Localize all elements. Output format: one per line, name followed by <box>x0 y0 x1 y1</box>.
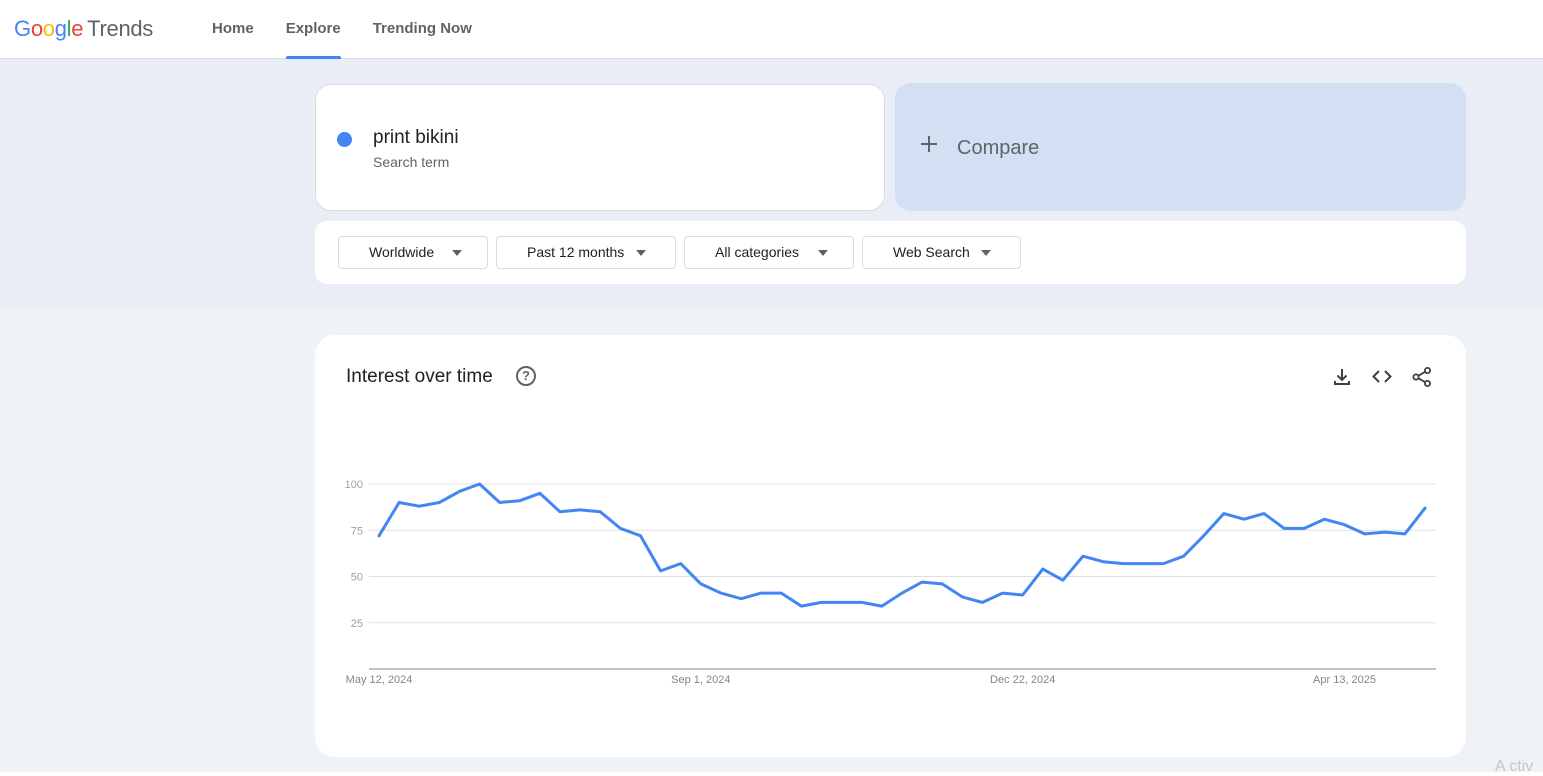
x-tick-label: Apr 13, 2025 <box>1313 674 1376 686</box>
data-point <box>880 604 884 608</box>
data-point <box>820 600 824 604</box>
search-term-name[interactable]: print bikini <box>373 127 459 149</box>
search-term-type: Search term <box>373 154 450 170</box>
data-point <box>1222 512 1226 516</box>
y-tick-label: 100 <box>345 479 363 491</box>
google-trends-logo[interactable]: Google Trends <box>14 14 153 44</box>
category-filter-label: All categories <box>715 244 800 260</box>
data-point <box>900 591 904 595</box>
logo-letter: G <box>14 16 31 41</box>
series-line-print-bikini <box>377 482 1427 608</box>
y-tick-label: 50 <box>351 572 363 584</box>
logo-letter: o <box>42 16 55 41</box>
data-point <box>1141 562 1145 566</box>
region-filter-label: Worldwide <box>369 244 435 260</box>
data-point <box>940 582 944 586</box>
tab-trending-now[interactable]: Trending Now <box>373 0 472 58</box>
search-property-filter[interactable]: Web Search <box>862 236 1021 269</box>
data-point <box>960 595 964 599</box>
data-point <box>639 534 643 538</box>
data-point <box>1081 554 1085 558</box>
data-point <box>779 591 783 595</box>
data-point <box>538 491 542 495</box>
data-point <box>799 604 803 608</box>
data-point <box>679 562 683 566</box>
data-point <box>699 582 703 586</box>
plus-icon <box>921 136 937 152</box>
data-point <box>1202 534 1206 538</box>
x-tick-label: Dec 22, 2024 <box>990 674 1055 686</box>
data-point <box>1041 567 1045 571</box>
data-point <box>1403 532 1407 536</box>
data-point <box>518 499 522 503</box>
data-point <box>558 510 562 514</box>
data-point <box>980 600 984 604</box>
category-filter[interactable]: All categories <box>684 236 854 269</box>
data-point <box>437 501 441 505</box>
data-point <box>1343 523 1347 527</box>
chevron-down-icon <box>452 250 462 256</box>
tab-explore[interactable]: Explore <box>285 0 341 59</box>
compare-button[interactable]: Compare <box>895 83 1466 211</box>
data-point <box>1302 526 1306 530</box>
data-point <box>1061 578 1065 582</box>
data-point <box>498 501 502 505</box>
interest-line-chart: 25 50 75 100 May 12, 2024 Sep 1, 2024 Dec 22, … <box>345 479 1436 686</box>
google-wordmark: Google <box>14 16 83 41</box>
data-point <box>1001 591 1005 595</box>
data-point <box>598 510 602 514</box>
term-color-dot <box>337 132 352 147</box>
compare-label: Compare <box>957 137 1040 159</box>
data-point <box>618 526 622 530</box>
data-point <box>1423 506 1427 510</box>
data-point <box>1262 512 1266 516</box>
data-point <box>397 501 401 505</box>
data-point <box>1322 517 1326 521</box>
logo-letter: g <box>54 16 67 41</box>
y-tick-label: 25 <box>351 618 363 630</box>
trends-wordmark: Trends <box>87 16 154 41</box>
logo-letter: e <box>71 16 84 41</box>
data-point <box>739 597 743 601</box>
data-point <box>1242 517 1246 521</box>
data-point <box>1363 532 1367 536</box>
data-point <box>840 600 844 604</box>
chevron-down-icon <box>981 250 991 256</box>
y-tick-label: 75 <box>351 525 363 537</box>
filters-bar: Worldwide Past 12 months All categories … <box>315 221 1466 284</box>
time-range-filter-label: Past 12 months <box>527 244 625 260</box>
data-point <box>1021 593 1025 597</box>
logo-letter: o <box>30 16 43 41</box>
corner-overlay-text: A ctiv <box>1495 758 1534 775</box>
x-tick-label: May 12, 2024 <box>346 674 413 686</box>
data-point <box>719 591 723 595</box>
time-range-filter[interactable]: Past 12 months <box>496 236 676 269</box>
data-point <box>860 600 864 604</box>
data-point <box>478 482 482 486</box>
data-point <box>1383 530 1387 534</box>
data-point <box>417 504 421 508</box>
tab-home[interactable]: Home <box>212 0 254 58</box>
main-nav: Home Explore Trending Now <box>212 0 504 59</box>
search-term-card[interactable]: print bikini Search term <box>315 84 885 211</box>
data-point <box>578 508 582 512</box>
interest-over-time-card: Interest over time ? 25 50 75 100 May 12, 20… <box>315 335 1466 757</box>
x-tick-label: Sep 1, 2024 <box>671 674 730 686</box>
data-point <box>759 591 763 595</box>
data-point <box>1121 562 1125 566</box>
chevron-down-icon <box>636 250 646 256</box>
data-point <box>659 569 663 573</box>
search-property-filter-label: Web Search <box>893 244 970 260</box>
data-point <box>377 534 381 538</box>
data-point <box>1182 554 1186 558</box>
data-point <box>1101 560 1105 564</box>
top-bar: Google Trends Home Explore Trending Now <box>0 0 1543 59</box>
chevron-down-icon <box>818 250 828 256</box>
data-point <box>1282 526 1286 530</box>
data-point <box>1162 562 1166 566</box>
data-point <box>457 489 461 493</box>
region-filter[interactable]: Worldwide <box>338 236 488 269</box>
data-point <box>920 580 924 584</box>
